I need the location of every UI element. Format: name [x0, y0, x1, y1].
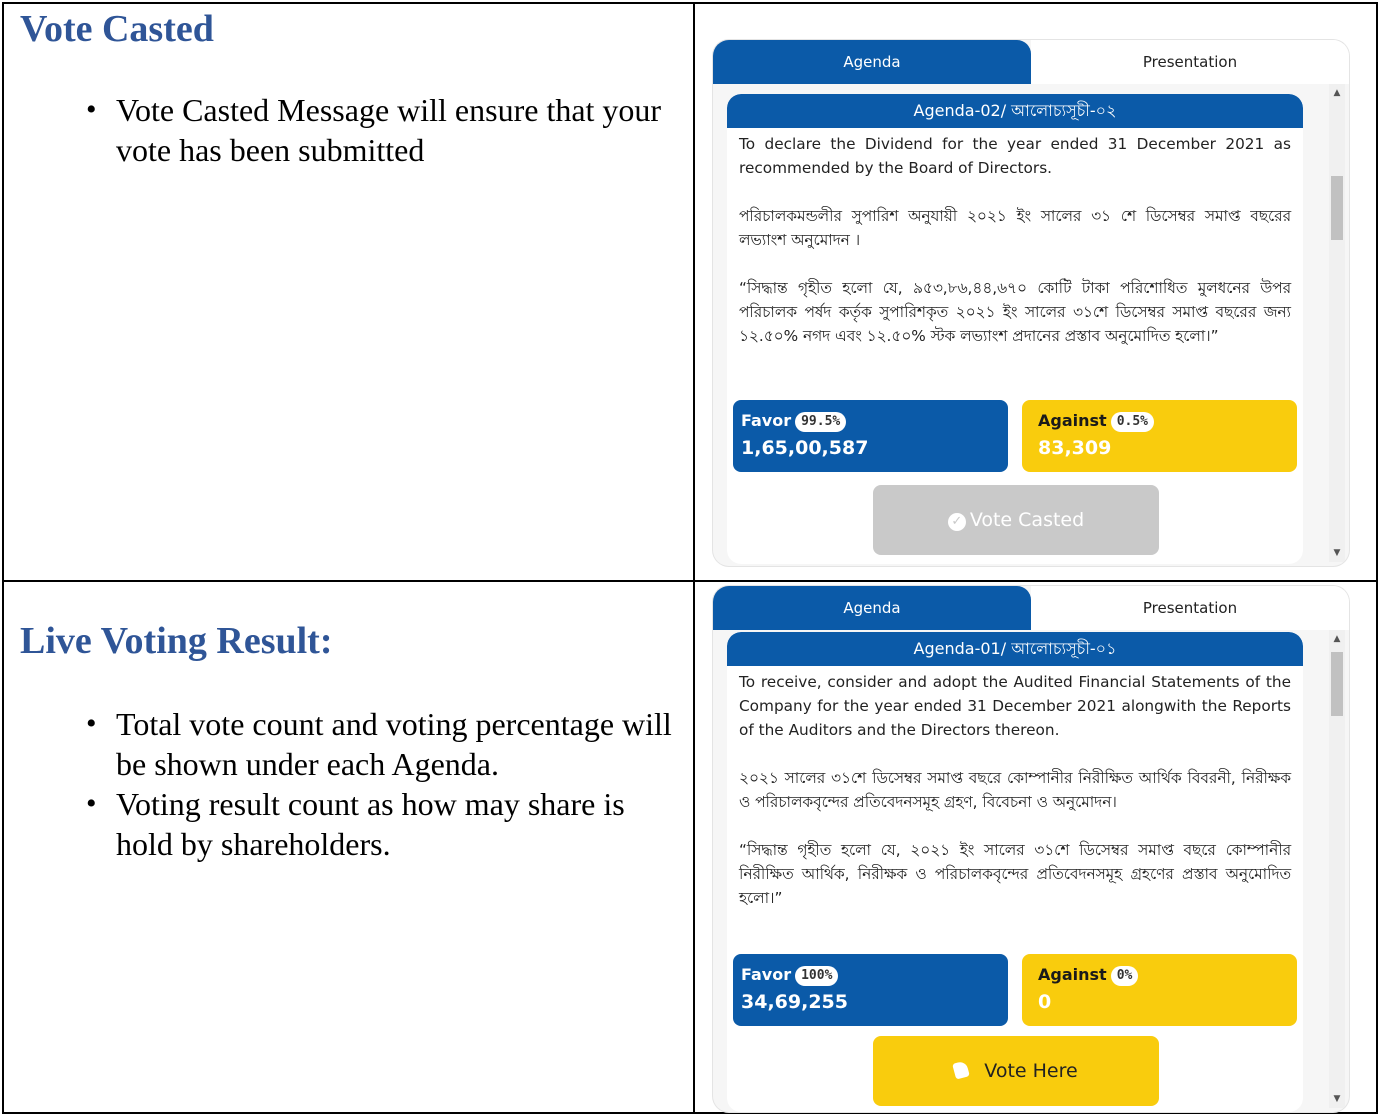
- tab-bar: Agenda Presentation: [713, 40, 1349, 84]
- agenda-panel-vote-here: Agenda Presentation Agenda-01/ আলোচ্যসূচ…: [713, 586, 1349, 1112]
- section-title-live-voting: Live Voting Result:: [20, 620, 333, 662]
- agenda-scroll-area: Agenda-01/ আলোচ্যসূচী-০১ To receive, con…: [713, 630, 1349, 1112]
- against-count: 0: [1038, 991, 1052, 1013]
- against-result-box: Against 0% 0: [1022, 954, 1297, 1026]
- agenda-card: Agenda-01/ আলোচ্যসূচী-০১ To receive, con…: [727, 632, 1303, 1112]
- vote-here-button[interactable]: Vote Here: [873, 1036, 1159, 1106]
- favor-percent-badge: 100%: [795, 966, 839, 986]
- favor-count: 34,69,255: [741, 991, 848, 1013]
- hand-vote-icon: [952, 1060, 971, 1080]
- favor-label: Favor: [741, 965, 792, 984]
- agenda-paragraph-english: To declare the Dividend for the year end…: [739, 135, 1291, 177]
- against-count: 83,309: [1038, 437, 1112, 459]
- bullet-item: Vote Casted Message will ensure that you…: [20, 90, 680, 170]
- agenda-paragraph-english: To receive, consider and adopt the Audit…: [739, 673, 1291, 739]
- agenda-card-body: To receive, consider and adopt the Audit…: [727, 666, 1303, 910]
- agenda-resolution: “সিদ্ধান্ত গৃহীত হলো যে, ৯৫৩,৮৬,৪৪,৬৭০ ক…: [739, 279, 1291, 345]
- agenda-card-title: Agenda-01/ আলোচ্যসূচী-০১: [727, 632, 1303, 666]
- agenda-paragraph-bangla: পরিচালকমন্ডলীর সুপারিশ অনুযায়ী ২০২১ ইং …: [739, 207, 1291, 249]
- vote-casted-description-cell: Vote Casted Vote Casted Message will ens…: [20, 4, 680, 578]
- section-title-vote-casted: Vote Casted: [20, 8, 214, 50]
- favor-result-box: Favor 100% 34,69,255: [733, 954, 1008, 1026]
- scroll-up-arrow-icon[interactable]: ▲: [1329, 630, 1345, 648]
- agenda-card-title: Agenda-02/ আলোচ্যসূচী-০২: [727, 94, 1303, 128]
- agenda-panel-vote-casted: Agenda Presentation Agenda-02/ আলোচ্যসূচ…: [713, 40, 1349, 566]
- vote-casted-bullet-list: Vote Casted Message will ensure that you…: [20, 90, 680, 170]
- scroll-down-arrow-icon[interactable]: ▼: [1329, 1090, 1345, 1108]
- table-column-divider: [693, 4, 695, 1112]
- tab-agenda[interactable]: Agenda: [713, 40, 1031, 84]
- favor-percent-badge: 99.5%: [795, 412, 847, 432]
- tab-presentation[interactable]: Presentation: [1031, 40, 1349, 84]
- vote-result-row: Favor 99.5% 1,65,00,587 Against 0.5% 83,30…: [733, 400, 1297, 472]
- tab-agenda[interactable]: Agenda: [713, 586, 1031, 630]
- live-voting-bullet-list: Total vote count and voting percentage w…: [20, 704, 680, 864]
- favor-result-box: Favor 99.5% 1,65,00,587: [733, 400, 1008, 472]
- scrollbar-thumb[interactable]: [1331, 176, 1343, 240]
- scrollbar[interactable]: ▲ ▼: [1329, 84, 1345, 562]
- against-label: Against: [1038, 411, 1107, 430]
- vote-result-row: Favor 100% 34,69,255 Against 0% 0: [733, 954, 1297, 1026]
- agenda-resolution: “সিদ্ধান্ত গৃহীত হলো যে, ২০২১ ইং সালের ৩…: [739, 841, 1291, 907]
- vote-casted-label: Vote Casted: [969, 509, 1085, 531]
- scrollbar-thumb[interactable]: [1331, 652, 1343, 716]
- favor-count: 1,65,00,587: [741, 437, 869, 459]
- against-result-box: Against 0.5% 83,309: [1022, 400, 1297, 472]
- favor-label: Favor: [741, 411, 792, 430]
- vote-here-label: Vote Here: [984, 1060, 1078, 1082]
- scroll-up-arrow-icon[interactable]: ▲: [1329, 84, 1345, 102]
- scrollbar[interactable]: ▲ ▼: [1329, 630, 1345, 1108]
- bullet-item: Voting result count as how may share is …: [20, 784, 680, 864]
- agenda-card: Agenda-02/ আলোচ্যসূচী-০২ To declare the …: [727, 94, 1303, 564]
- live-voting-description-cell: Live Voting Result: Total vote count and…: [20, 582, 680, 1112]
- agenda-card-body: To declare the Dividend for the year end…: [727, 128, 1303, 348]
- against-percent-badge: 0.5%: [1110, 412, 1154, 432]
- scroll-down-arrow-icon[interactable]: ▼: [1329, 544, 1345, 562]
- tab-bar: Agenda Presentation: [713, 586, 1349, 630]
- agenda-paragraph-bangla: ২০২১ সালের ৩১শে ডিসেম্বর সমাপ্ত বছরে কোম…: [739, 769, 1291, 811]
- against-percent-badge: 0%: [1110, 966, 1139, 986]
- check-circle-icon: ✓: [947, 513, 966, 531]
- bullet-item: Total vote count and voting percentage w…: [20, 704, 680, 784]
- tab-presentation[interactable]: Presentation: [1031, 586, 1349, 630]
- vote-casted-button[interactable]: ✓ Vote Casted: [873, 485, 1159, 555]
- agenda-scroll-area: Agenda-02/ আলোচ্যসূচী-০২ To declare the …: [713, 84, 1349, 566]
- against-label: Against: [1038, 965, 1107, 984]
